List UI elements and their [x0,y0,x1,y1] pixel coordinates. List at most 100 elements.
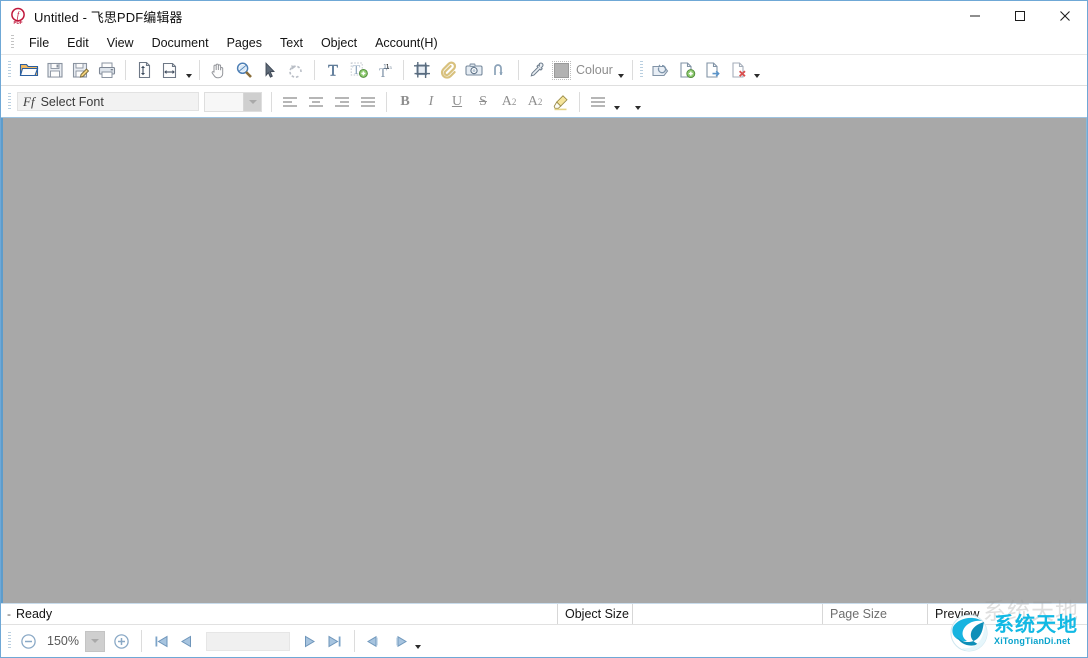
curve-icon[interactable] [487,58,513,82]
navigate-forward-icon[interactable] [387,629,412,653]
select-arrow-icon[interactable] [257,58,283,82]
crop-icon[interactable] [409,58,435,82]
save-icon[interactable] [42,58,68,82]
zoom-tool-icon[interactable] [231,58,257,82]
last-page-icon[interactable] [322,629,347,653]
zoom-out-icon[interactable] [16,629,41,653]
font-size-combo[interactable] [204,92,262,112]
menu-account[interactable]: Account(H) [366,34,447,52]
font-size-chevron-down-icon[interactable] [243,93,261,111]
line-spacing-caret-icon[interactable] [611,90,622,114]
status-bar: - Ready Object Size Page Size Preview [1,603,1087,624]
nav-grip-handle[interactable] [8,632,11,650]
font-size-input[interactable] [205,93,243,111]
svg-text:T: T [352,62,360,77]
hand-tool-icon[interactable] [205,58,231,82]
fit-width-icon[interactable] [157,58,183,82]
fit-dropdown-caret-icon[interactable] [183,58,194,82]
underline-icon[interactable]: U [444,90,470,114]
strikethrough-icon[interactable]: S [470,90,496,114]
italic-icon[interactable]: I [418,90,444,114]
font-select-input[interactable]: Ff Select Font [17,92,199,111]
colour-button[interactable]: Colour [550,58,616,82]
toolbar-grip-handle-2[interactable] [640,61,643,79]
svg-text:1₂₃: 1₂₃ [383,64,392,71]
toolbar-grip-handle[interactable] [8,61,11,79]
navigation-bar: 150% [1,624,1087,657]
menu-view[interactable]: View [98,34,143,52]
align-center-icon[interactable] [303,90,329,114]
maximize-button[interactable] [997,1,1042,31]
bold-label: B [400,95,409,109]
menu-edit[interactable]: Edit [58,34,98,52]
page-number-input[interactable] [206,632,290,651]
next-page-icon[interactable] [297,629,322,653]
superscript-label: A [502,95,512,109]
text-tool-icon[interactable]: T [320,58,346,82]
highlighter-icon[interactable] [548,90,574,114]
colour-swatch [554,63,569,78]
snapshot-icon[interactable] [461,58,487,82]
menu-object[interactable]: Object [312,34,366,52]
italic-label: I [429,95,434,109]
align-right-icon[interactable] [329,90,355,114]
rotate-icon[interactable] [283,58,309,82]
menu-document[interactable]: Document [143,34,218,52]
status-bar-area: - Ready Object Size Page Size Preview 15… [1,603,1087,657]
insert-page-icon[interactable] [674,58,700,82]
font-icon: Ff [23,94,35,110]
toolbar-separator [199,60,200,80]
align-justify-icon[interactable] [355,90,381,114]
svg-text:PDF: PDF [14,20,23,25]
menu-text[interactable]: Text [271,34,312,52]
page-ops-dropdown-caret-icon[interactable] [752,58,763,82]
main-toolbar: T T T 1 1₂₃ [1,55,1087,86]
align-left-icon[interactable] [277,90,303,114]
menu-pages[interactable]: Pages [218,34,271,52]
add-text-icon[interactable]: T [346,58,372,82]
fit-page-icon[interactable] [131,58,157,82]
open-icon[interactable] [16,58,42,82]
zoom-in-icon[interactable] [109,629,134,653]
link-icon[interactable] [435,58,461,82]
format-overflow-caret-icon[interactable] [632,90,643,114]
svg-text:T: T [328,63,338,80]
navigate-back-icon[interactable] [362,629,387,653]
save-as-icon[interactable] [68,58,94,82]
subscript-label: A [528,95,538,109]
strikethrough-label: S [479,95,487,109]
subscript-icon[interactable]: A2 [522,90,548,114]
document-canvas[interactable] [1,118,1087,603]
line-spacing-icon[interactable] [585,90,611,114]
print-icon[interactable] [94,58,120,82]
menu-file[interactable]: File [20,34,58,52]
format-separator [271,92,272,112]
minimize-button[interactable] [952,1,997,31]
colour-dropdown-caret-icon[interactable] [616,58,627,82]
nav-separator [354,630,355,652]
format-separator [579,92,580,112]
eyedropper-icon[interactable] [524,58,550,82]
status-message: Ready [16,607,52,621]
format-toolbar: Ff Select Font [1,86,1087,118]
menu-bar: File Edit View Document Pages Text Objec… [1,31,1087,55]
format-toolbar-grip-handle[interactable] [8,93,11,111]
previous-page-icon[interactable] [174,629,199,653]
close-button[interactable] [1042,1,1087,31]
toolbar-separator [632,60,633,80]
nav-overflow-caret-icon[interactable] [412,629,423,653]
delete-page-icon[interactable] [726,58,752,82]
zoom-chevron-down-icon[interactable] [85,631,105,652]
first-page-icon[interactable] [149,629,174,653]
format-separator [386,92,387,112]
superscript-icon[interactable]: A2 [496,90,522,114]
status-dash: - [1,607,16,621]
menu-grip-handle[interactable] [11,35,14,50]
window-title: Untitled - 飞思PDF编辑器 [34,7,183,26]
extract-page-icon[interactable] [700,58,726,82]
text-order-icon[interactable]: T 1 1₂₃ [372,58,398,82]
rotate-page-icon[interactable] [648,58,674,82]
application-window: f PDF Untitled - 飞思PDF编辑器 File Edit View… [0,0,1088,658]
bold-icon[interactable]: B [392,90,418,114]
toolbar-separator [125,60,126,80]
